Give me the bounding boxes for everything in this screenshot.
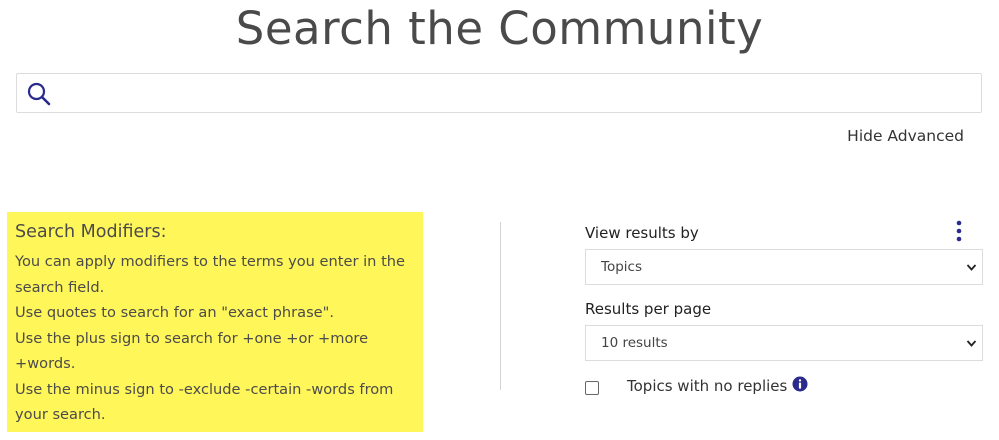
results-per-page-value: 10 results	[601, 335, 668, 351]
vertical-divider	[500, 222, 501, 390]
modifier-line: Use quotes to search for an "exact phras…	[15, 304, 335, 321]
hide-advanced-link[interactable]: Hide Advanced	[847, 127, 964, 145]
search-modifiers-heading: Search Modifiers:	[15, 222, 167, 242]
view-results-select[interactable]: Topics	[585, 249, 983, 285]
results-per-page-select[interactable]: 10 results	[585, 325, 983, 361]
chevron-down-icon	[966, 340, 977, 347]
search-input[interactable]	[61, 76, 975, 112]
search-modifiers-panel: Search Modifiers: You can apply modifier…	[7, 212, 423, 432]
no-replies-label[interactable]: Topics with no replies	[627, 377, 787, 395]
view-results-label: View results by	[585, 224, 699, 242]
search-box[interactable]	[16, 73, 982, 113]
view-results-value: Topics	[601, 259, 642, 275]
modifier-line: Use the plus sign to search for +one +or…	[15, 329, 369, 373]
vertical-ellipsis-icon[interactable]	[952, 220, 966, 242]
modifier-line: Use the minus sign to -exclude -certain …	[15, 380, 394, 424]
info-icon[interactable]	[792, 376, 808, 392]
chevron-down-icon	[966, 264, 977, 271]
no-replies-checkbox[interactable]	[585, 381, 599, 395]
search-icon[interactable]	[26, 81, 52, 107]
results-per-page-label: Results per page	[585, 300, 712, 318]
modifier-line: You can apply modifiers to the terms you…	[15, 253, 406, 296]
page-title: Search the Community	[235, 2, 764, 55]
